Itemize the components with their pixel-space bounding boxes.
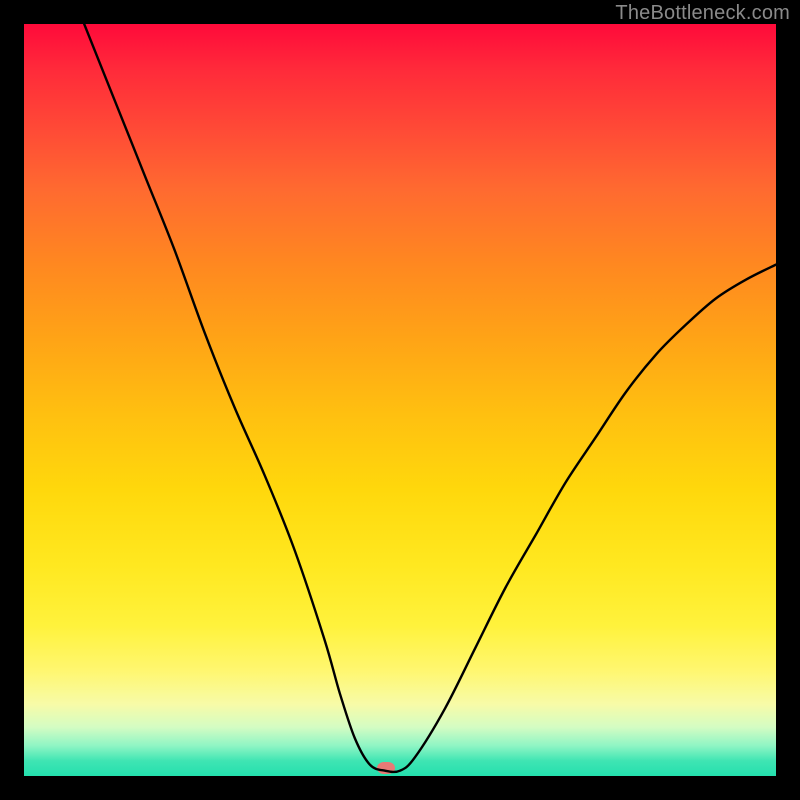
- chart-frame: TheBottleneck.com: [0, 0, 800, 800]
- bottleneck-curve: [24, 24, 776, 776]
- watermark-text: TheBottleneck.com: [615, 2, 790, 25]
- plot-area: [24, 24, 776, 776]
